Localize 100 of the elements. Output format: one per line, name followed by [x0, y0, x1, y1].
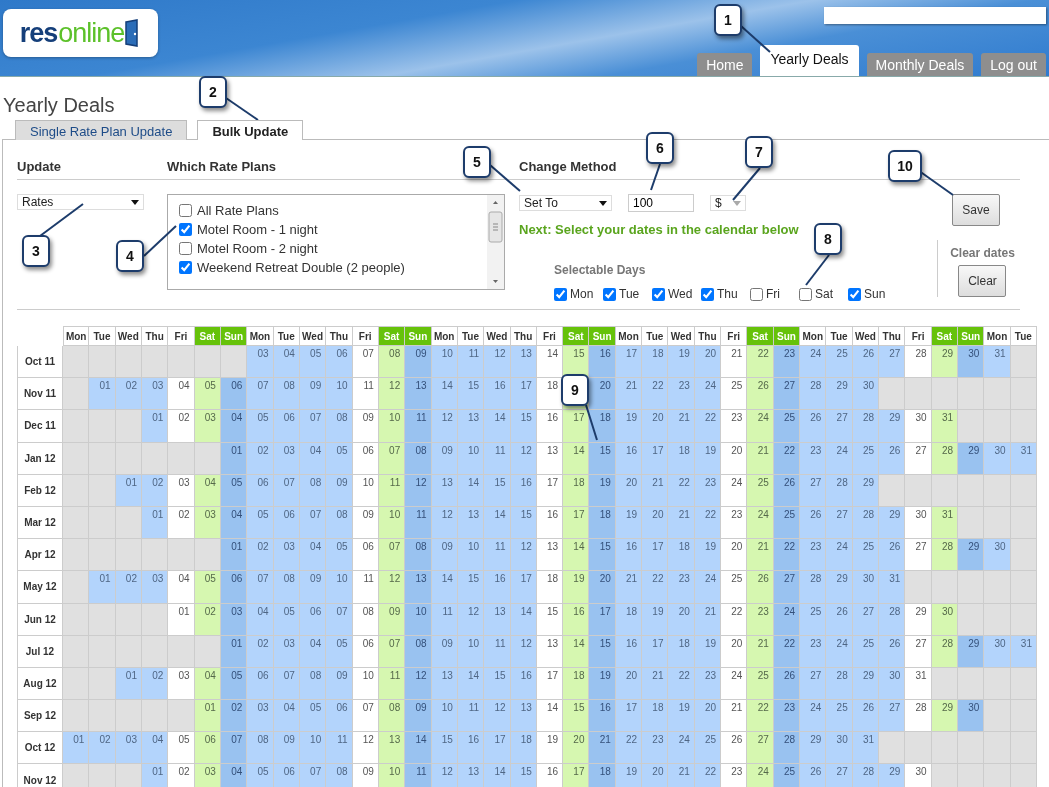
date-cell[interactable]: 12: [352, 732, 379, 765]
date-cell[interactable]: 06: [247, 667, 274, 701]
date-cell[interactable]: 30: [879, 667, 906, 701]
date-cell[interactable]: 12: [378, 378, 406, 411]
date-cell[interactable]: 30: [852, 571, 880, 604]
date-cell[interactable]: 27: [879, 346, 906, 379]
date-cell[interactable]: 01: [168, 603, 195, 636]
date-cell[interactable]: 05: [299, 700, 327, 733]
date-cell[interactable]: 24: [747, 506, 774, 540]
date-cell[interactable]: 05: [326, 442, 353, 475]
date-cell[interactable]: 18: [589, 764, 616, 787]
date-cell[interactable]: 11: [405, 764, 432, 787]
date-cell[interactable]: 28: [852, 410, 880, 443]
date-cell[interactable]: 20: [589, 571, 616, 604]
date-cell[interactable]: 01: [89, 378, 116, 411]
date-cell[interactable]: 16: [457, 732, 485, 765]
date-cell[interactable]: 26: [800, 506, 827, 540]
date-cell[interactable]: 02: [168, 506, 195, 540]
date-cell[interactable]: 20: [589, 378, 616, 411]
date-cell[interactable]: 30: [905, 506, 932, 540]
date-cell[interactable]: 16: [536, 410, 564, 443]
date-cell[interactable]: 10: [326, 571, 353, 604]
date-cell[interactable]: 09: [405, 700, 432, 733]
date-cell[interactable]: 27: [905, 442, 932, 475]
date-cell[interactable]: 28: [800, 571, 827, 604]
date-cell[interactable]: 24: [800, 346, 827, 379]
date-cell[interactable]: 08: [273, 571, 300, 604]
date-cell[interactable]: 23: [800, 539, 827, 572]
date-cell[interactable]: 12: [484, 346, 511, 379]
date-cell[interactable]: 08: [326, 764, 353, 787]
date-cell[interactable]: 14: [484, 764, 511, 787]
date-cell[interactable]: 12: [405, 474, 432, 507]
date-cell[interactable]: 30: [826, 732, 853, 765]
date-cell[interactable]: 16: [484, 571, 511, 604]
date-cell[interactable]: 10: [457, 539, 485, 572]
date-cell[interactable]: 05: [194, 571, 221, 604]
date-cell[interactable]: 17: [589, 603, 616, 636]
date-cell[interactable]: 11: [352, 378, 379, 411]
checkbox[interactable]: [652, 287, 665, 301]
date-cell[interactable]: 20: [563, 732, 590, 765]
date-cell[interactable]: 16: [484, 378, 511, 411]
date-cell[interactable]: 19: [589, 667, 616, 701]
date-cell[interactable]: 13: [484, 603, 511, 636]
date-cell[interactable]: 03: [247, 700, 274, 733]
date-cell[interactable]: 02: [247, 442, 274, 475]
date-cell[interactable]: 27: [905, 635, 932, 668]
date-cell[interactable]: 29: [931, 346, 958, 379]
date-cell[interactable]: 06: [326, 700, 353, 733]
date-cell[interactable]: 15: [589, 442, 616, 475]
date-cell[interactable]: 23: [800, 442, 827, 475]
date-cell[interactable]: 21: [615, 571, 643, 604]
date-cell[interactable]: 29: [879, 764, 906, 787]
date-cell[interactable]: 14: [405, 732, 432, 765]
date-cell[interactable]: 30: [958, 346, 985, 379]
date-cell[interactable]: 18: [589, 410, 616, 443]
date-cell[interactable]: 24: [694, 571, 722, 604]
date-cell[interactable]: 04: [168, 571, 195, 604]
date-cell[interactable]: 13: [510, 700, 537, 733]
date-cell[interactable]: 29: [958, 635, 985, 668]
date-cell[interactable]: 24: [721, 474, 748, 507]
date-cell[interactable]: 23: [773, 346, 801, 379]
date-cell[interactable]: 01: [63, 732, 90, 765]
date-cell[interactable]: 06: [194, 732, 221, 765]
date-cell[interactable]: 23: [800, 635, 827, 668]
date-cell[interactable]: 22: [615, 732, 643, 765]
date-cell[interactable]: 26: [852, 346, 880, 379]
date-cell[interactable]: 17: [642, 635, 669, 668]
date-cell[interactable]: 24: [668, 732, 695, 765]
date-cell[interactable]: 04: [247, 603, 274, 636]
date-cell[interactable]: 15: [589, 539, 616, 572]
date-cell[interactable]: 11: [326, 732, 353, 765]
date-cell[interactable]: 18: [563, 667, 590, 701]
date-cell[interactable]: 11: [457, 346, 485, 379]
date-cell[interactable]: 17: [642, 442, 669, 475]
date-cell[interactable]: 01: [194, 700, 221, 733]
date-cell[interactable]: 06: [247, 474, 274, 507]
date-cell[interactable]: 06: [220, 378, 248, 411]
date-cell[interactable]: 25: [694, 732, 722, 765]
date-cell[interactable]: 07: [299, 410, 327, 443]
date-cell[interactable]: 20: [668, 603, 695, 636]
date-cell[interactable]: 15: [484, 474, 511, 507]
date-cell[interactable]: 16: [589, 700, 616, 733]
date-cell[interactable]: 30: [852, 378, 880, 411]
date-cell[interactable]: 17: [642, 539, 669, 572]
date-cell[interactable]: 28: [905, 700, 932, 733]
date-cell[interactable]: 02: [247, 635, 274, 668]
date-cell[interactable]: 20: [721, 539, 748, 572]
date-cell[interactable]: 24: [747, 410, 774, 443]
save-button[interactable]: Save: [952, 194, 1000, 226]
date-cell[interactable]: 20: [694, 700, 722, 733]
date-cell[interactable]: 30: [984, 635, 1011, 668]
date-cell[interactable]: 07: [352, 346, 379, 379]
date-cell[interactable]: 29: [931, 700, 958, 733]
date-cell[interactable]: 26: [879, 635, 906, 668]
date-cell[interactable]: 17: [615, 346, 643, 379]
date-cell[interactable]: 19: [563, 571, 590, 604]
date-cell[interactable]: 21: [642, 667, 669, 701]
date-cell[interactable]: 20: [642, 506, 669, 540]
date-cell[interactable]: 29: [958, 539, 985, 572]
date-cell[interactable]: 19: [536, 732, 564, 765]
